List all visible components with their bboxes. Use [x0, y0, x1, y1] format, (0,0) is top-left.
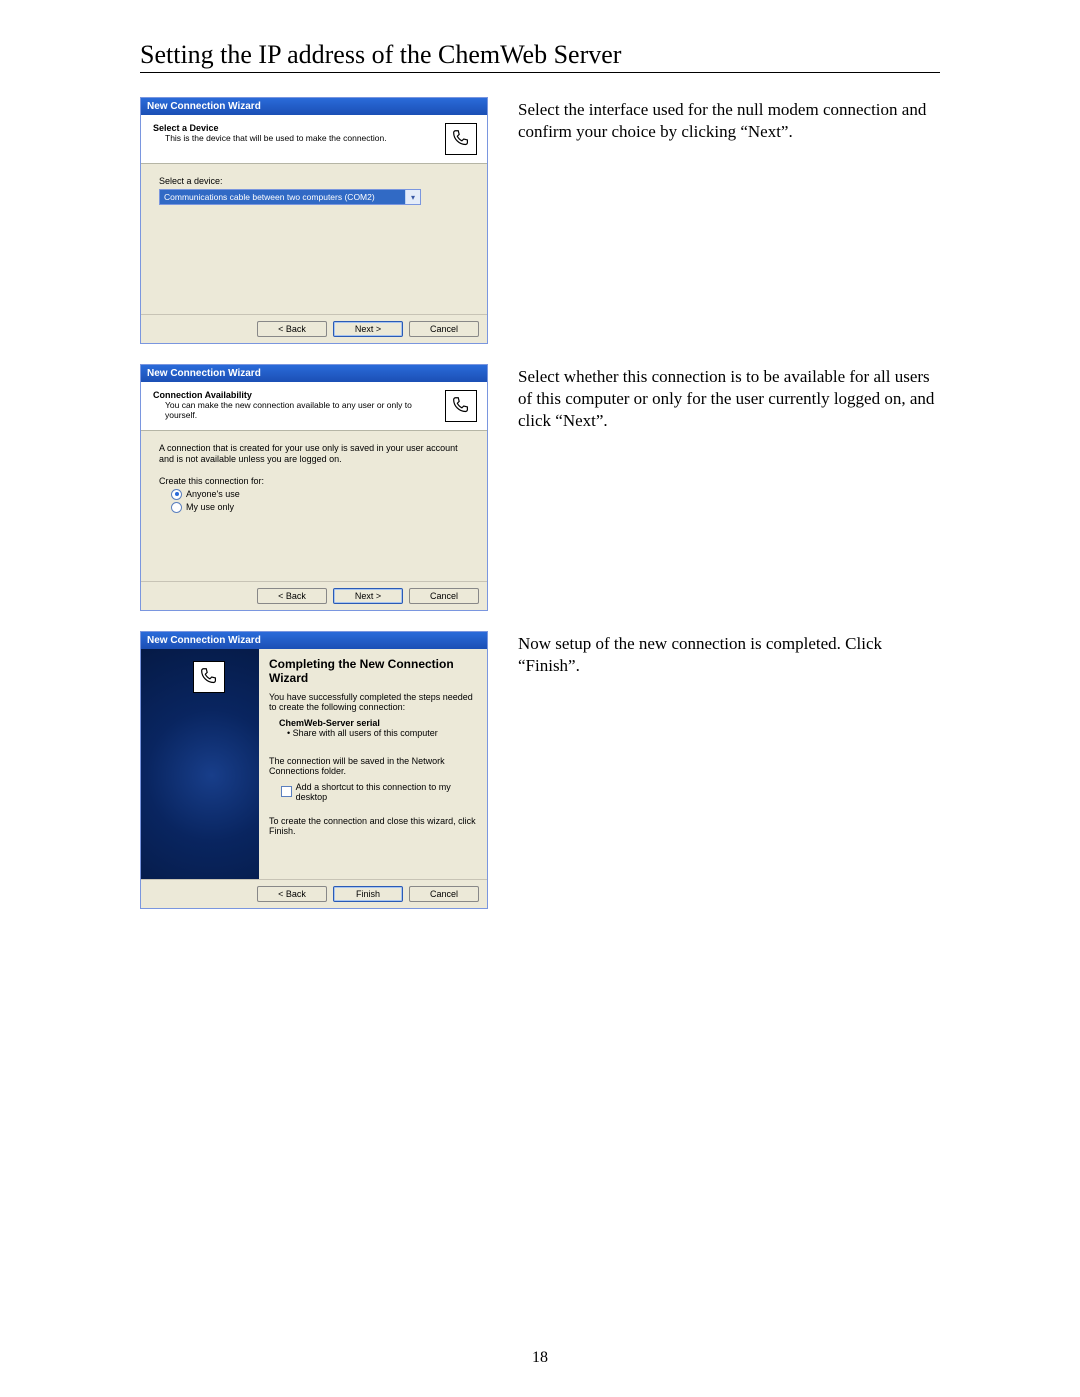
next-button[interactable]: Next > — [333, 321, 403, 337]
section-completing-wizard: New Connection Wizard Completing the New… — [140, 631, 940, 909]
wizard-header: Select a Device This is the device that … — [141, 115, 487, 164]
wizard-header-bold: Select a Device — [153, 123, 387, 133]
back-button[interactable]: < Back — [257, 886, 327, 902]
wizard-titlebar: New Connection Wizard — [141, 632, 487, 649]
desc-connection-availability: Select whether this connection is to be … — [518, 364, 940, 432]
next-button[interactable]: Next > — [333, 588, 403, 604]
chevron-down-icon[interactable]: ▾ — [405, 190, 420, 204]
connection-icon — [445, 123, 477, 155]
radio-icon — [171, 502, 182, 513]
wizard-side-graphic — [141, 649, 259, 879]
connection-icon — [445, 390, 477, 422]
back-button[interactable]: < Back — [257, 321, 327, 337]
cancel-button[interactable]: Cancel — [409, 321, 479, 337]
select-device-label: Select a device: — [159, 176, 469, 186]
device-combobox-value: Communications cable between two compute… — [160, 190, 405, 204]
desc-completing: Now setup of the new connection is compl… — [518, 631, 940, 677]
cancel-button[interactable]: Cancel — [409, 588, 479, 604]
cancel-button[interactable]: Cancel — [409, 886, 479, 902]
wizard-header-sub: You can make the new connection availabl… — [153, 400, 445, 420]
section-select-device: New Connection Wizard Select a Device Th… — [140, 97, 940, 344]
wizard-completing: New Connection Wizard Completing the New… — [140, 631, 488, 909]
completing-title: Completing the New Connection Wizard — [269, 657, 477, 686]
connection-icon — [193, 661, 225, 693]
completing-sub: You have successfully completed the step… — [269, 692, 477, 712]
desc-select-device: Select the interface used for the null m… — [518, 97, 940, 143]
page-number: 18 — [0, 1349, 1080, 1367]
connection-name: ChemWeb-Server serial — [279, 718, 477, 728]
wizard-connection-availability: New Connection Wizard Connection Availab… — [140, 364, 488, 611]
connection-bullet: • Share with all users of this computer — [279, 728, 477, 738]
finish-button[interactable]: Finish — [333, 886, 403, 902]
wizard-header-bold: Connection Availability — [153, 390, 445, 400]
device-combobox[interactable]: Communications cable between two compute… — [159, 189, 421, 205]
checkbox-label: Add a shortcut to this connection to my … — [296, 782, 477, 802]
radio-label: My use only — [186, 502, 234, 512]
checkbox-add-shortcut[interactable]: Add a shortcut to this connection to my … — [281, 782, 477, 802]
availability-explain: A connection that is created for your us… — [159, 443, 469, 466]
saved-location-text: The connection will be saved in the Netw… — [269, 756, 477, 776]
radio-anyones-use[interactable]: Anyone's use — [171, 489, 469, 500]
page-title: Setting the IP address of the ChemWeb Se… — [140, 40, 940, 73]
finish-hint: To create the connection and close this … — [269, 816, 477, 836]
radio-icon — [171, 489, 182, 500]
wizard-header-sub: This is the device that will be used to … — [153, 133, 387, 143]
wizard-titlebar: New Connection Wizard — [141, 365, 487, 382]
back-button[interactable]: < Back — [257, 588, 327, 604]
section-connection-availability: New Connection Wizard Connection Availab… — [140, 364, 940, 611]
wizard-select-device: New Connection Wizard Select a Device Th… — [140, 97, 488, 344]
wizard-header: Connection Availability You can make the… — [141, 382, 487, 431]
wizard-titlebar: New Connection Wizard — [141, 98, 487, 115]
radio-label: Anyone's use — [186, 489, 240, 499]
create-connection-label: Create this connection for: — [159, 476, 469, 486]
checkbox-icon — [281, 786, 292, 797]
radio-my-use-only[interactable]: My use only — [171, 502, 469, 513]
